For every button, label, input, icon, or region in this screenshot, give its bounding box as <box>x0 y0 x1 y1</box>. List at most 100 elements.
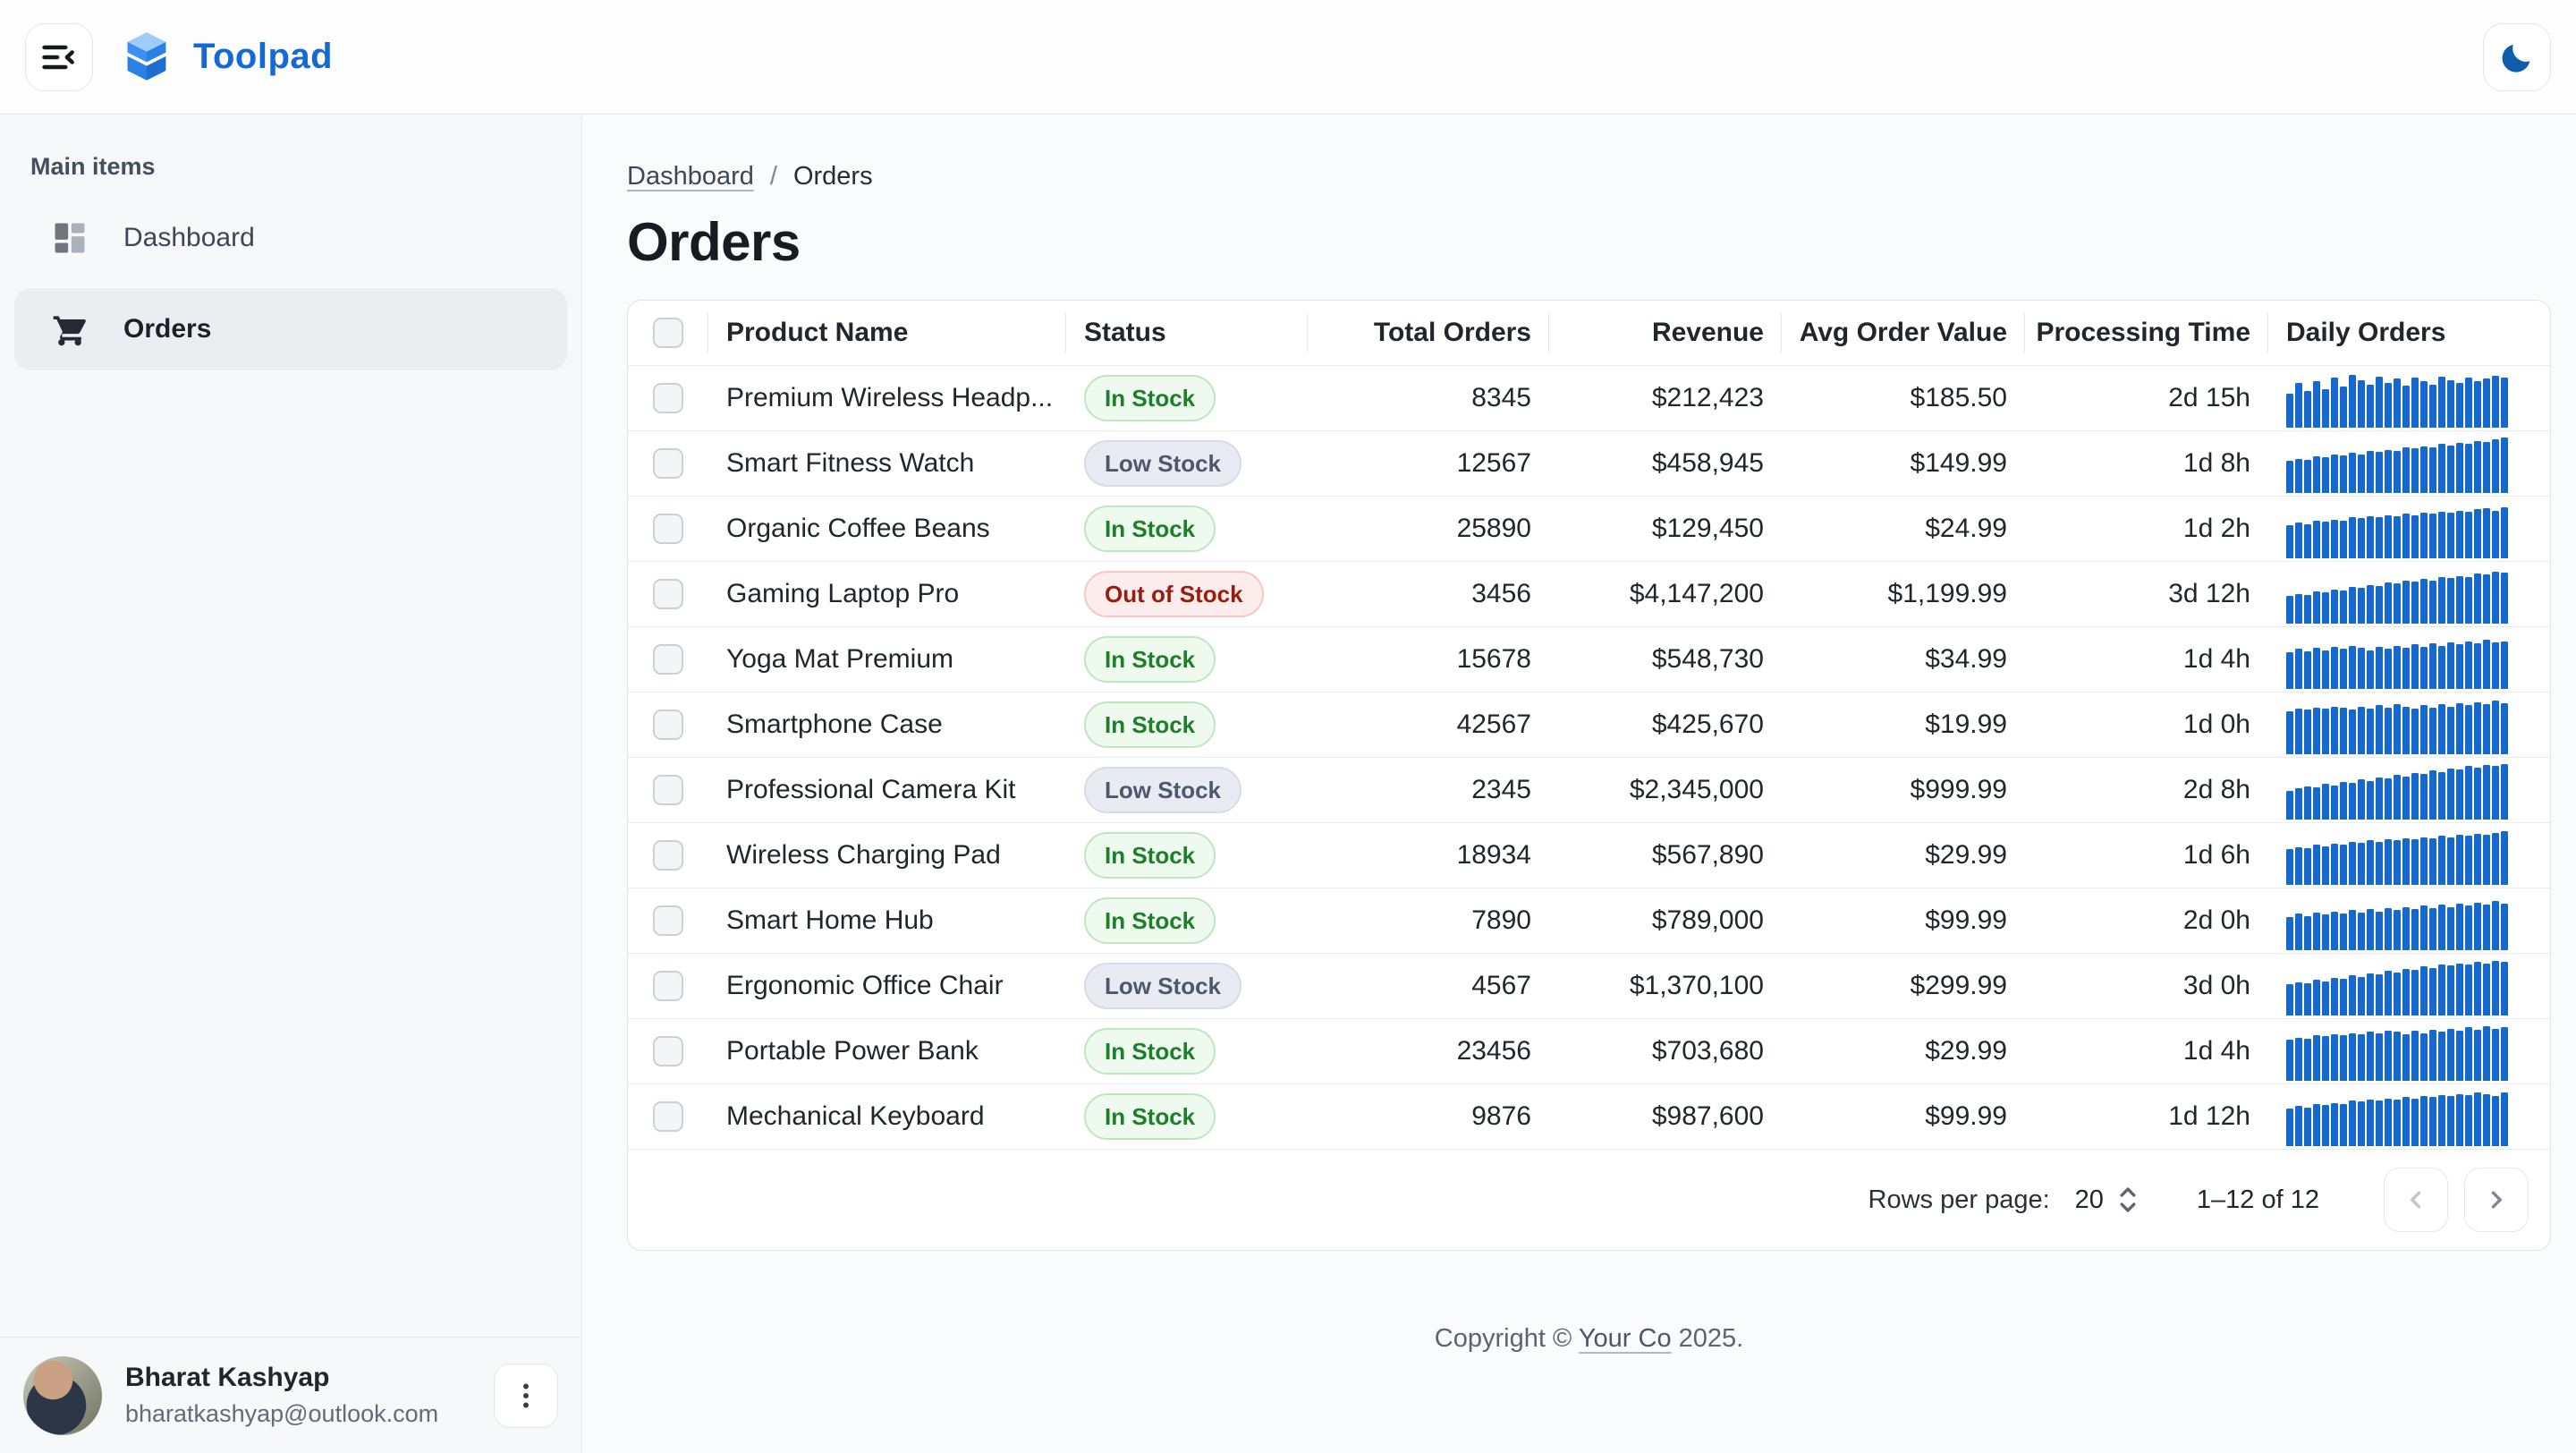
cell-total-orders: 25890 <box>1308 497 1549 561</box>
brand-title: Toolpad <box>193 37 333 77</box>
user-menu-button[interactable] <box>494 1364 558 1428</box>
table-row[interactable]: Smart Fitness WatchLow Stock12567$458,94… <box>628 431 2550 497</box>
column-header-product-name[interactable]: Product Name <box>708 301 1066 365</box>
daily-orders-sparkline <box>2286 960 2508 1015</box>
table-row[interactable]: Wireless Charging PadIn Stock18934$567,8… <box>628 823 2550 888</box>
cell-daily-orders <box>2268 888 2543 953</box>
table-row[interactable]: Premium Wireless Headp...In Stock8345$21… <box>628 366 2550 431</box>
cell-processing-time: 1d 2h <box>2025 497 2268 561</box>
sidebar-item-orders[interactable]: Orders <box>14 288 567 370</box>
row-checkbox[interactable] <box>653 514 683 544</box>
cell-processing-time: 3d 12h <box>2025 562 2268 626</box>
cell-daily-orders <box>2268 1019 2543 1083</box>
column-header-total-orders[interactable]: Total Orders <box>1308 301 1549 365</box>
table-row[interactable]: Portable Power BankIn Stock23456$703,680… <box>628 1019 2550 1084</box>
cell-product-name: Smart Fitness Watch <box>708 431 1066 496</box>
row-checkbox[interactable] <box>653 644 683 675</box>
app-header: Toolpad <box>0 0 2576 115</box>
sidebar: Main items Dashboard Orders Bharat Kashy… <box>0 115 582 1453</box>
moon-icon <box>2498 38 2536 76</box>
status-badge: In Stock <box>1084 1093 1216 1140</box>
column-header-revenue[interactable]: Revenue <box>1549 301 1782 365</box>
cell-product-name: Premium Wireless Headp... <box>708 366 1066 430</box>
cell-product-name: Smart Home Hub <box>708 888 1066 953</box>
cell-processing-time: 1d 6h <box>2025 823 2268 888</box>
rows-per-page-select[interactable]: 20 <box>2075 1185 2140 1215</box>
company-link[interactable]: Your Co <box>1579 1324 1672 1353</box>
cell-product-name: Wireless Charging Pad <box>708 823 1066 888</box>
cell-status: In Stock <box>1066 497 1308 561</box>
column-header-processing-time[interactable]: Processing Time <box>2025 301 2268 365</box>
row-checkbox[interactable] <box>653 710 683 740</box>
cell-total-orders: 9876 <box>1308 1084 1549 1149</box>
row-checkbox[interactable] <box>653 905 683 936</box>
row-checkbox[interactable] <box>653 1101 683 1132</box>
daily-orders-sparkline <box>2286 895 2508 950</box>
cell-total-orders: 2345 <box>1308 758 1549 822</box>
next-page-button[interactable] <box>2464 1168 2529 1232</box>
cell-revenue: $789,000 <box>1549 888 1782 953</box>
cell-product-name: Professional Camera Kit <box>708 758 1066 822</box>
theme-toggle-button[interactable] <box>2483 23 2551 91</box>
table-row[interactable]: Smart Home HubIn Stock7890$789,000$99.99… <box>628 888 2550 954</box>
status-badge: In Stock <box>1084 506 1216 552</box>
brand[interactable]: Toolpad <box>123 30 333 84</box>
pagination-range: 1–12 of 12 <box>2197 1185 2319 1215</box>
user-email: bharatkashyap@outlook.com <box>125 1400 470 1428</box>
table-pagination: Rows per page: 20 1–12 of 12 <box>628 1150 2550 1250</box>
cell-avg-order-value: $24.99 <box>1782 497 2025 561</box>
row-checkbox[interactable] <box>653 579 683 609</box>
cell-processing-time: 3d 0h <box>2025 954 2268 1018</box>
column-header-status[interactable]: Status <box>1066 301 1308 365</box>
column-header-daily-orders[interactable]: Daily Orders <box>2268 301 2543 365</box>
column-header-avg-order-value[interactable]: Avg Order Value <box>1782 301 2025 365</box>
user-name: Bharat Kashyap <box>125 1363 470 1393</box>
cell-daily-orders <box>2268 693 2543 757</box>
cell-avg-order-value: $99.99 <box>1782 1084 2025 1149</box>
cell-total-orders: 42567 <box>1308 693 1549 757</box>
cell-daily-orders <box>2268 497 2543 561</box>
row-checkbox[interactable] <box>653 1036 683 1066</box>
cell-daily-orders <box>2268 562 2543 626</box>
status-badge: Low Stock <box>1084 767 1241 813</box>
cell-daily-orders <box>2268 366 2543 430</box>
cell-avg-order-value: $19.99 <box>1782 693 2025 757</box>
cell-product-name: Mechanical Keyboard <box>708 1084 1066 1149</box>
cell-total-orders: 12567 <box>1308 431 1549 496</box>
sidebar-item-dashboard[interactable]: Dashboard <box>14 197 567 279</box>
cell-avg-order-value: $29.99 <box>1782 823 2025 888</box>
table-row[interactable]: Mechanical KeyboardIn Stock9876$987,600$… <box>628 1084 2550 1150</box>
table-row[interactable]: Yoga Mat PremiumIn Stock15678$548,730$34… <box>628 627 2550 693</box>
cell-status: Low Stock <box>1066 954 1308 1018</box>
previous-page-button[interactable] <box>2384 1168 2448 1232</box>
row-checkbox[interactable] <box>653 840 683 871</box>
table-row[interactable]: Professional Camera KitLow Stock2345$2,3… <box>628 758 2550 823</box>
cell-processing-time: 1d 0h <box>2025 693 2268 757</box>
cell-status: In Stock <box>1066 1019 1308 1083</box>
sidebar-item-label: Dashboard <box>123 223 255 253</box>
cell-revenue: $567,890 <box>1549 823 1782 888</box>
cell-status: Out of Stock <box>1066 562 1308 626</box>
row-checkbox[interactable] <box>653 448 683 479</box>
cell-product-name: Organic Coffee Beans <box>708 497 1066 561</box>
dashboard-icon <box>50 218 89 258</box>
row-checkbox[interactable] <box>653 775 683 805</box>
select-arrows-icon <box>2116 1185 2140 1215</box>
cell-product-name: Ergonomic Office Chair <box>708 954 1066 1018</box>
table-row[interactable]: Gaming Laptop ProOut of Stock3456$4,147,… <box>628 562 2550 627</box>
avatar[interactable] <box>23 1356 102 1435</box>
table-row[interactable]: Ergonomic Office ChairLow Stock4567$1,37… <box>628 954 2550 1019</box>
breadcrumb-dashboard-link[interactable]: Dashboard <box>627 162 754 191</box>
select-all-checkbox[interactable] <box>653 318 683 348</box>
row-checkbox[interactable] <box>653 971 683 1001</box>
table-row[interactable]: Smartphone CaseIn Stock42567$425,670$19.… <box>628 693 2550 758</box>
cell-processing-time: 1d 4h <box>2025 627 2268 692</box>
collapse-sidebar-button[interactable] <box>25 23 93 91</box>
cell-status: In Stock <box>1066 693 1308 757</box>
cell-avg-order-value: $185.50 <box>1782 366 2025 430</box>
row-checkbox[interactable] <box>653 383 683 413</box>
kebab-menu-icon <box>510 1380 542 1412</box>
cell-processing-time: 1d 4h <box>2025 1019 2268 1083</box>
table-row[interactable]: Organic Coffee BeansIn Stock25890$129,45… <box>628 497 2550 562</box>
cell-total-orders: 3456 <box>1308 562 1549 626</box>
